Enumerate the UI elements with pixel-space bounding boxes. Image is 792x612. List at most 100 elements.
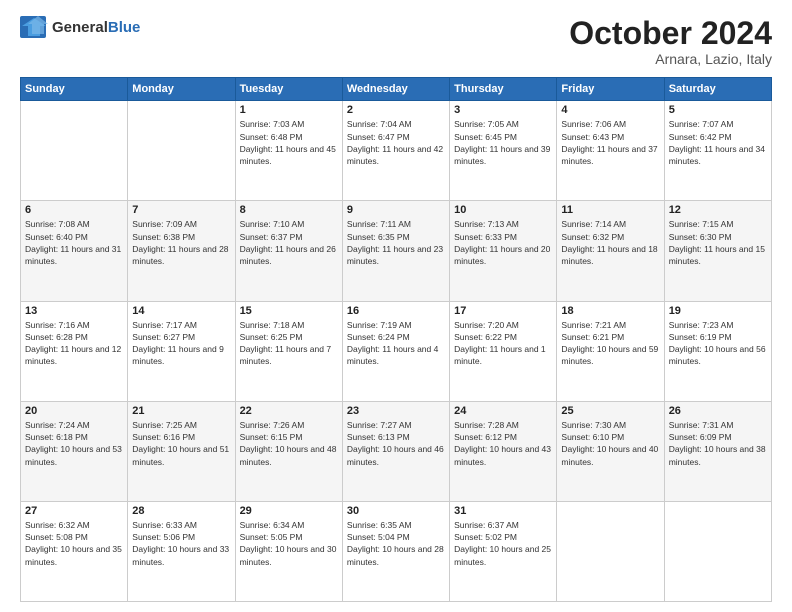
day-number: 23	[347, 405, 445, 417]
location-subtitle: Arnara, Lazio, Italy	[569, 51, 772, 67]
calendar-day-cell: 15 Sunrise: 7:18 AM Sunset: 6:25 PM Dayli…	[235, 301, 342, 401]
calendar-day-cell: 24 Sunrise: 7:28 AM Sunset: 6:12 PM Dayli…	[450, 401, 557, 501]
calendar-day-header: Sunday	[21, 78, 128, 101]
calendar-day-cell: 9 Sunrise: 7:11 AM Sunset: 6:35 PM Daylig…	[342, 201, 449, 301]
day-info: Sunrise: 7:05 AM Sunset: 6:45 PM Dayligh…	[454, 118, 552, 167]
calendar-day-cell: 20 Sunrise: 7:24 AM Sunset: 6:18 PM Dayli…	[21, 401, 128, 501]
day-number: 24	[454, 405, 552, 417]
day-number: 3	[454, 104, 552, 116]
calendar-day-cell: 1 Sunrise: 7:03 AM Sunset: 6:48 PM Daylig…	[235, 101, 342, 201]
calendar-day-cell: 2 Sunrise: 7:04 AM Sunset: 6:47 PM Daylig…	[342, 101, 449, 201]
logo-text: GeneralBlue	[52, 19, 140, 36]
day-info: Sunrise: 7:24 AM Sunset: 6:18 PM Dayligh…	[25, 419, 123, 468]
page: GeneralBlue October 2024 Arnara, Lazio, …	[0, 0, 792, 612]
day-number: 10	[454, 204, 552, 216]
calendar-day-cell: 16Sunrise: 7:19 AM Sunset: 6:24 PM Dayli…	[342, 301, 449, 401]
calendar-week-row: 1 Sunrise: 7:03 AM Sunset: 6:48 PM Daylig…	[21, 101, 772, 201]
day-number: 15	[240, 305, 338, 317]
day-number: 2	[347, 104, 445, 116]
day-number: 21	[132, 405, 230, 417]
day-number: 1	[240, 104, 338, 116]
calendar-day-cell: 7 Sunrise: 7:09 AM Sunset: 6:38 PM Daylig…	[128, 201, 235, 301]
calendar-day-header: Monday	[128, 78, 235, 101]
calendar-day-cell: 17 Sunrise: 7:20 AM Sunset: 6:22 PM Dayli…	[450, 301, 557, 401]
day-number: 25	[561, 405, 659, 417]
day-info: Sunrise: 7:21 AM Sunset: 6:21 PM Dayligh…	[561, 319, 659, 368]
header: GeneralBlue October 2024 Arnara, Lazio, …	[20, 16, 772, 67]
day-info: Sunrise: 7:17 AM Sunset: 6:27 PM Dayligh…	[132, 319, 230, 368]
day-number: 26	[669, 405, 767, 417]
day-info: Sunrise: 7:11 AM Sunset: 6:35 PM Dayligh…	[347, 218, 445, 267]
calendar-day-header: Saturday	[664, 78, 771, 101]
title-block: October 2024 Arnara, Lazio, Italy	[569, 16, 772, 67]
day-info: Sunrise: 7:06 AM Sunset: 6:43 PM Dayligh…	[561, 118, 659, 167]
day-number: 20	[25, 405, 123, 417]
calendar-day-cell: 8Sunrise: 7:10 AM Sunset: 6:37 PM Daylig…	[235, 201, 342, 301]
day-number: 5	[669, 104, 767, 116]
day-info: Sunrise: 7:19 AM Sunset: 6:24 PM Dayligh…	[347, 319, 445, 368]
day-number: 7	[132, 204, 230, 216]
calendar-day-cell: 28 Sunrise: 6:33 AM Sunset: 5:06 PM Dayli…	[128, 501, 235, 601]
calendar-day-cell: 26Sunrise: 7:31 AM Sunset: 6:09 PM Dayli…	[664, 401, 771, 501]
day-info: Sunrise: 7:27 AM Sunset: 6:13 PM Dayligh…	[347, 419, 445, 468]
day-info: Sunrise: 7:07 AM Sunset: 6:42 PM Dayligh…	[669, 118, 767, 167]
calendar-header-row: SundayMondayTuesdayWednesdayThursdayFrid…	[21, 78, 772, 101]
day-info: Sunrise: 7:20 AM Sunset: 6:22 PM Dayligh…	[454, 319, 552, 368]
calendar-day-header: Wednesday	[342, 78, 449, 101]
day-info: Sunrise: 7:13 AM Sunset: 6:33 PM Dayligh…	[454, 218, 552, 267]
calendar-day-cell: 13 Sunrise: 7:16 AM Sunset: 6:28 PM Dayli…	[21, 301, 128, 401]
day-number: 27	[25, 505, 123, 517]
calendar-day-cell: 23 Sunrise: 7:27 AM Sunset: 6:13 PM Dayli…	[342, 401, 449, 501]
day-info: Sunrise: 7:08 AM Sunset: 6:40 PM Dayligh…	[25, 218, 123, 267]
day-number: 12	[669, 204, 767, 216]
calendar-week-row: 13 Sunrise: 7:16 AM Sunset: 6:28 PM Dayli…	[21, 301, 772, 401]
day-number: 29	[240, 505, 338, 517]
day-info: Sunrise: 6:32 AM Sunset: 5:08 PM Dayligh…	[25, 519, 123, 568]
day-info: Sunrise: 7:18 AM Sunset: 6:25 PM Dayligh…	[240, 319, 338, 368]
day-info: Sunrise: 7:30 AM Sunset: 6:10 PM Dayligh…	[561, 419, 659, 468]
calendar-day-cell: 27 Sunrise: 6:32 AM Sunset: 5:08 PM Dayli…	[21, 501, 128, 601]
calendar-day-cell: 29 Sunrise: 6:34 AM Sunset: 5:05 PM Dayli…	[235, 501, 342, 601]
calendar-day-cell: 11 Sunrise: 7:14 AM Sunset: 6:32 PM Dayli…	[557, 201, 664, 301]
calendar-day-cell: 12Sunrise: 7:15 AM Sunset: 6:30 PM Dayli…	[664, 201, 771, 301]
day-number: 28	[132, 505, 230, 517]
day-info: Sunrise: 6:35 AM Sunset: 5:04 PM Dayligh…	[347, 519, 445, 568]
day-number: 9	[347, 204, 445, 216]
calendar-day-cell: 31Sunrise: 6:37 AM Sunset: 5:02 PM Dayli…	[450, 501, 557, 601]
day-number: 13	[25, 305, 123, 317]
day-info: Sunrise: 7:25 AM Sunset: 6:16 PM Dayligh…	[132, 419, 230, 468]
day-info: Sunrise: 7:16 AM Sunset: 6:28 PM Dayligh…	[25, 319, 123, 368]
day-info: Sunrise: 6:37 AM Sunset: 5:02 PM Dayligh…	[454, 519, 552, 568]
calendar-day-cell	[664, 501, 771, 601]
day-number: 19	[669, 305, 767, 317]
calendar-day-cell: 4 Sunrise: 7:06 AM Sunset: 6:43 PM Daylig…	[557, 101, 664, 201]
calendar-week-row: 27 Sunrise: 6:32 AM Sunset: 5:08 PM Dayli…	[21, 501, 772, 601]
calendar-day-cell: 21 Sunrise: 7:25 AM Sunset: 6:16 PM Dayli…	[128, 401, 235, 501]
day-info: Sunrise: 7:09 AM Sunset: 6:38 PM Dayligh…	[132, 218, 230, 267]
day-number: 22	[240, 405, 338, 417]
day-number: 17	[454, 305, 552, 317]
day-number: 4	[561, 104, 659, 116]
calendar-day-cell: 14Sunrise: 7:17 AM Sunset: 6:27 PM Dayli…	[128, 301, 235, 401]
calendar-day-cell	[128, 101, 235, 201]
calendar-day-cell: 10 Sunrise: 7:13 AM Sunset: 6:33 PM Dayli…	[450, 201, 557, 301]
calendar-day-cell	[557, 501, 664, 601]
calendar-day-cell	[21, 101, 128, 201]
day-number: 30	[347, 505, 445, 517]
day-info: Sunrise: 7:04 AM Sunset: 6:47 PM Dayligh…	[347, 118, 445, 167]
month-title: October 2024	[569, 16, 772, 51]
calendar-week-row: 20 Sunrise: 7:24 AM Sunset: 6:18 PM Dayli…	[21, 401, 772, 501]
day-info: Sunrise: 7:26 AM Sunset: 6:15 PM Dayligh…	[240, 419, 338, 468]
day-info: Sunrise: 6:34 AM Sunset: 5:05 PM Dayligh…	[240, 519, 338, 568]
day-number: 11	[561, 204, 659, 216]
calendar-day-cell: 18Sunrise: 7:21 AM Sunset: 6:21 PM Dayli…	[557, 301, 664, 401]
day-info: Sunrise: 7:03 AM Sunset: 6:48 PM Dayligh…	[240, 118, 338, 167]
day-info: Sunrise: 7:14 AM Sunset: 6:32 PM Dayligh…	[561, 218, 659, 267]
calendar-day-cell: 6Sunrise: 7:08 AM Sunset: 6:40 PM Daylig…	[21, 201, 128, 301]
calendar-day-cell: 22 Sunrise: 7:26 AM Sunset: 6:15 PM Dayli…	[235, 401, 342, 501]
day-info: Sunrise: 6:33 AM Sunset: 5:06 PM Dayligh…	[132, 519, 230, 568]
day-info: Sunrise: 7:28 AM Sunset: 6:12 PM Dayligh…	[454, 419, 552, 468]
calendar-day-header: Friday	[557, 78, 664, 101]
calendar-day-cell: 30 Sunrise: 6:35 AM Sunset: 5:04 PM Dayli…	[342, 501, 449, 601]
calendar-week-row: 6Sunrise: 7:08 AM Sunset: 6:40 PM Daylig…	[21, 201, 772, 301]
